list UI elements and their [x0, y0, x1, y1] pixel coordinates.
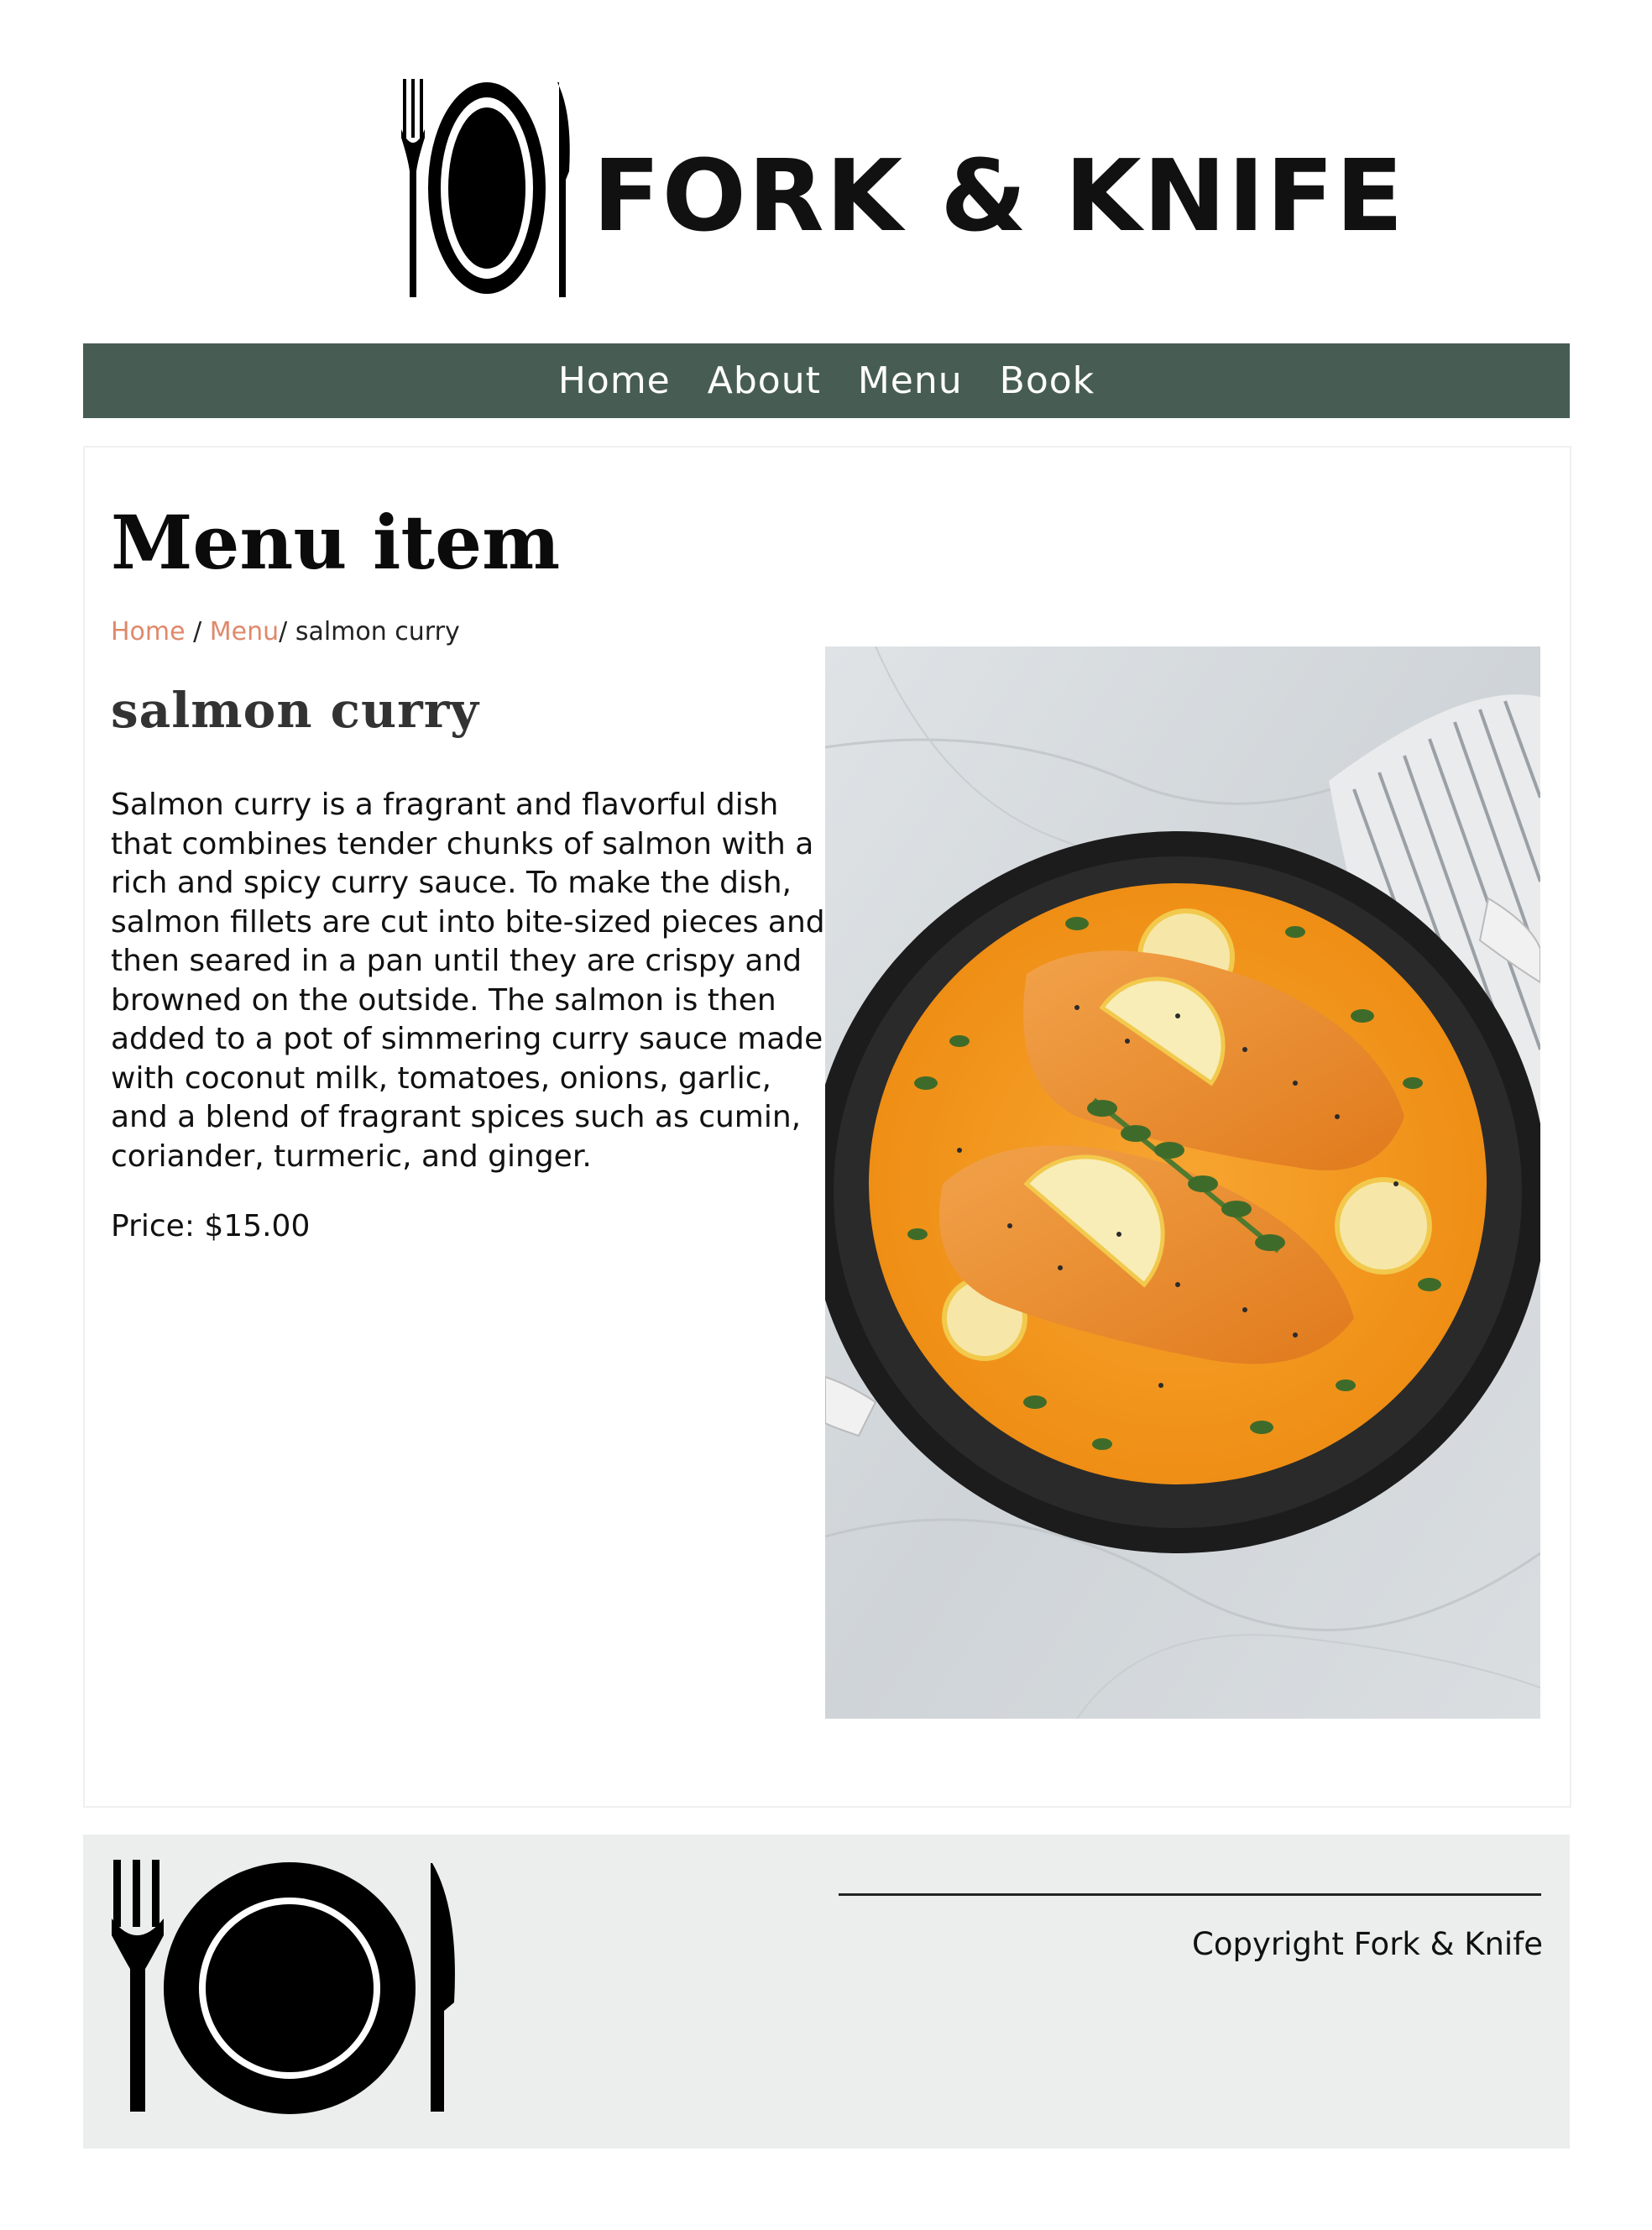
breadcrumb-home-link[interactable]: Home	[111, 617, 186, 646]
main-nav: Home About Menu Book	[83, 343, 1570, 418]
nav-home-link[interactable]: Home	[558, 359, 671, 402]
breadcrumb-separator: /	[193, 617, 202, 646]
brand-name: FORK & KNIFE	[593, 138, 1405, 254]
nav-menu-link[interactable]: Menu	[858, 359, 963, 402]
item-description: Salmon curry is a fragrant and flavorful…	[111, 788, 825, 1174]
page-title: Menu item	[111, 499, 561, 586]
site-footer: Copyright Fork & Knife	[83, 1835, 1570, 2149]
fork-plate-knife-icon	[112, 1860, 455, 2114]
item-price: Price: $15.00	[111, 1209, 311, 1243]
breadcrumb-menu-link[interactable]: Menu	[210, 617, 279, 646]
site-logo[interactable]: FORK & KNIFE	[393, 79, 1404, 302]
nav-about-link[interactable]: About	[708, 359, 821, 402]
copyright-text: Copyright Fork & Knife	[1192, 1926, 1543, 1962]
footer-divider	[839, 1893, 1541, 1896]
breadcrumb: Home / Menu/ salmon curry	[111, 617, 460, 646]
nav-book-link[interactable]: Book	[1000, 359, 1095, 402]
dish-photo	[825, 646, 1540, 1719]
item-name: salmon curry	[111, 682, 479, 739]
breadcrumb-current: / salmon curry	[279, 617, 460, 646]
fork-plate-knife-icon	[401, 79, 570, 297]
